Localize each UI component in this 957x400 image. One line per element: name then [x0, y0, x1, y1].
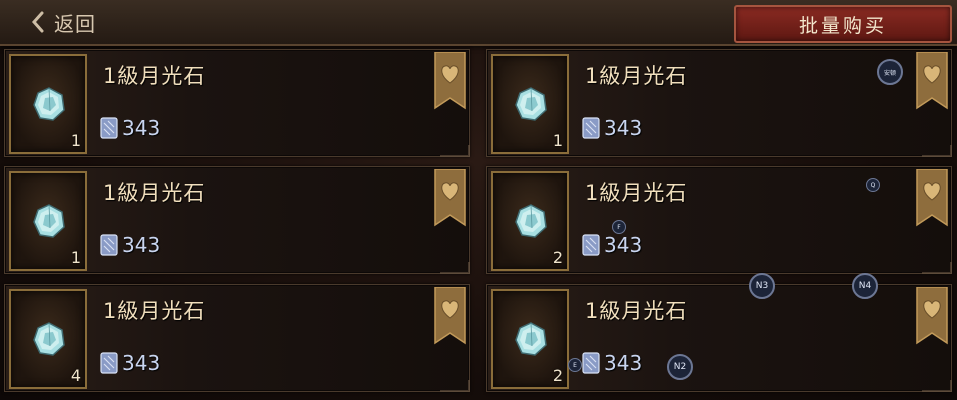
listing-card[interactable]: 4 1級月光石 343	[4, 284, 470, 392]
price-value: 343	[122, 116, 161, 140]
item-name: 1級月光石	[585, 64, 688, 88]
moonstone-gem-icon	[33, 322, 65, 356]
heart-bookmark-icon[interactable]	[915, 169, 949, 227]
item-price: 343	[582, 351, 642, 375]
heart-bookmark-icon[interactable]	[433, 52, 467, 110]
moonstone-gem-icon	[515, 204, 547, 238]
item-price: 343	[100, 116, 160, 140]
item-name: 1級月光石	[103, 299, 206, 323]
item-slot[interactable]: 1	[9, 54, 87, 154]
marker-badge[interactable]: N2	[667, 354, 693, 380]
top-bar: 返回 批量购买	[0, 0, 957, 46]
moonstone-gem-icon	[33, 87, 65, 121]
heart-bookmark-icon[interactable]	[915, 52, 949, 110]
listing-card[interactable]: 1 1級月光石 343	[4, 49, 470, 157]
item-price: 343	[100, 351, 160, 375]
heart-bookmark-icon[interactable]	[433, 169, 467, 227]
listing-card[interactable]: 2 1級月光石 343	[486, 166, 952, 274]
item-name: 1級月光石	[103, 64, 206, 88]
item-quantity: 4	[70, 366, 81, 385]
silver-card-icon	[100, 234, 118, 256]
item-name: 1級月光石	[103, 181, 206, 205]
item-price: 343	[582, 116, 642, 140]
heart-bookmark-icon[interactable]	[433, 287, 467, 345]
silver-card-icon	[100, 352, 118, 374]
price-value: 343	[122, 233, 161, 257]
item-slot[interactable]: 2	[491, 289, 569, 389]
item-quantity: 2	[552, 366, 563, 385]
silver-card-icon	[100, 117, 118, 139]
item-price: 343	[100, 233, 160, 257]
price-value: 343	[604, 233, 643, 257]
item-slot[interactable]: 1	[491, 54, 569, 154]
back-label: 返回	[54, 11, 96, 36]
item-slot[interactable]: 1	[9, 171, 87, 271]
marker-badge[interactable]: Q	[866, 178, 880, 192]
item-quantity: 2	[552, 248, 563, 267]
listing-card[interactable]: 2 1級月光石 343	[486, 284, 952, 392]
item-price: 343	[582, 233, 642, 257]
silver-card-icon	[582, 117, 600, 139]
marker-badge[interactable]: F	[612, 220, 626, 234]
marker-badge[interactable]: N3	[749, 273, 775, 299]
moonstone-gem-icon	[33, 204, 65, 238]
back-button[interactable]: 返回	[30, 8, 96, 36]
item-slot[interactable]: 2	[491, 171, 569, 271]
silver-card-icon	[582, 352, 600, 374]
item-slot[interactable]: 4	[9, 289, 87, 389]
moonstone-gem-icon	[515, 87, 547, 121]
bulk-buy-button[interactable]: 批量购买	[734, 5, 952, 43]
price-value: 343	[122, 351, 161, 375]
price-value: 343	[604, 116, 643, 140]
price-value: 343	[604, 351, 643, 375]
heart-bookmark-icon[interactable]	[915, 287, 949, 345]
moonstone-gem-icon	[515, 322, 547, 356]
silver-card-icon	[582, 234, 600, 256]
item-quantity: 1	[552, 131, 563, 150]
item-name: 1級月光石	[585, 299, 688, 323]
item-name: 1級月光石	[585, 181, 688, 205]
marker-badge[interactable]: N4	[852, 273, 878, 299]
listing-card[interactable]: 1 1級月光石 343	[4, 166, 470, 274]
chevron-left-icon	[31, 11, 44, 33]
marker-badge[interactable]: E	[568, 358, 582, 372]
item-quantity: 1	[70, 131, 81, 150]
item-quantity: 1	[70, 248, 81, 267]
marker-badge[interactable]: 安顿	[877, 59, 903, 85]
